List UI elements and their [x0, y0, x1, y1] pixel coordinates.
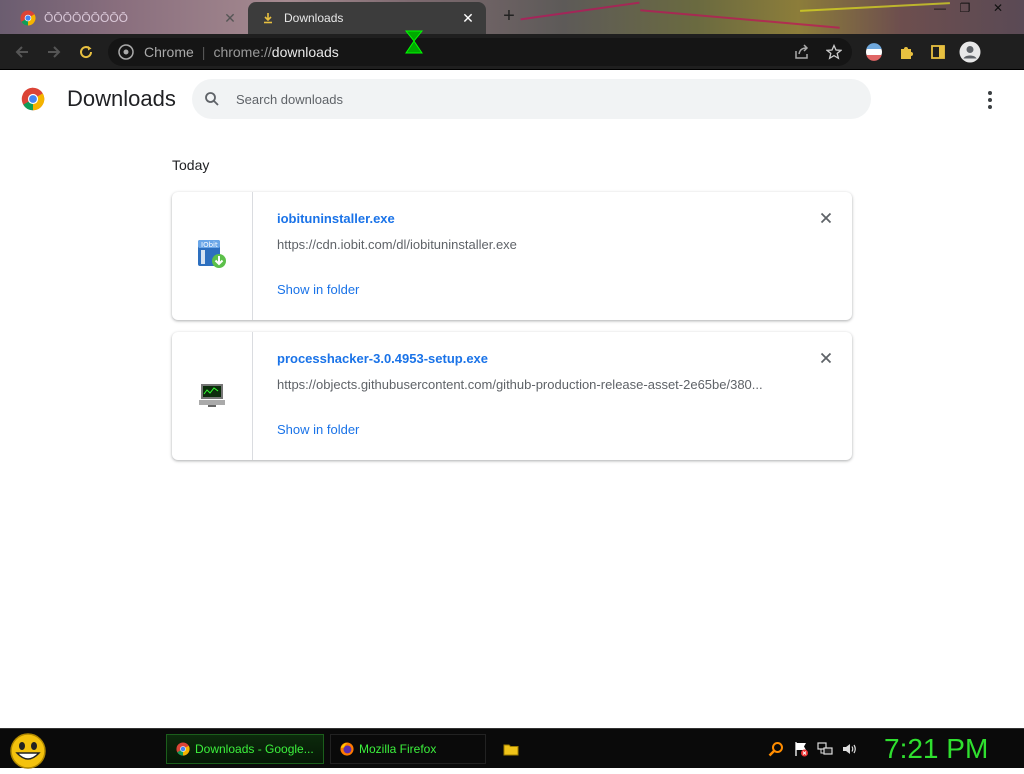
- url-host: downloads: [271, 44, 339, 60]
- file-name-link[interactable]: processhacker-3.0.4953-setup.exe: [277, 351, 488, 366]
- firefox-icon: [339, 741, 355, 757]
- wallpaper-streak: [640, 9, 840, 29]
- downloads-header: Downloads: [0, 70, 1024, 128]
- address-bar[interactable]: Chrome | chrome:// downloads: [108, 38, 852, 66]
- url-scheme: chrome://: [213, 44, 272, 60]
- search-tray-icon[interactable]: [768, 741, 784, 757]
- search-box[interactable]: [192, 79, 871, 119]
- profile-flag-icon[interactable]: [864, 42, 884, 62]
- omnibox-separator: |: [201, 44, 206, 60]
- share-icon[interactable]: [792, 42, 812, 62]
- forward-button[interactable]: [42, 40, 66, 64]
- svg-text:IObit: IObit: [201, 241, 218, 249]
- side-panel-icon[interactable]: [928, 42, 948, 62]
- network-icon[interactable]: [817, 741, 833, 757]
- reload-icon: [80, 46, 93, 59]
- close-icon: [820, 352, 832, 364]
- file-url: https://cdn.iobit.com/dl/iobituninstalle…: [277, 237, 517, 252]
- chrome-logo-icon: [21, 87, 45, 116]
- close-icon[interactable]: ✕: [220, 8, 240, 28]
- forward-arrow-icon: [48, 46, 61, 58]
- close-icon[interactable]: ✕: [458, 8, 478, 28]
- taskbar-item-label: Downloads - Google...: [195, 742, 314, 756]
- action-center-flag-icon[interactable]: [793, 741, 809, 757]
- iobit-installer-icon: IObit: [196, 238, 228, 275]
- taskbar-item-label: Mozilla Firefox: [359, 742, 437, 756]
- origin-chip: Chrome: [144, 44, 194, 60]
- new-tab-button[interactable]: +: [498, 6, 520, 28]
- reload-button[interactable]: [74, 40, 98, 64]
- file-name-link[interactable]: iobituninstaller.exe: [277, 211, 395, 226]
- extensions-puzzle-icon[interactable]: [896, 42, 916, 62]
- date-section-label: Today: [172, 157, 210, 173]
- taskbar-item-firefox[interactable]: Mozilla Firefox: [330, 734, 486, 764]
- file-icon-column: IObit: [172, 192, 253, 320]
- back-arrow-icon: [15, 46, 28, 58]
- remove-from-list-button[interactable]: [816, 348, 836, 368]
- download-icon: [260, 10, 276, 26]
- window-close-icon[interactable]: ✕: [983, 0, 1013, 16]
- taskbar-clock[interactable]: 7:21 PM: [884, 733, 988, 765]
- taskbar: Downloads - Google... Mozilla Firefox 7:…: [0, 728, 1024, 769]
- back-button[interactable]: [10, 40, 34, 64]
- volume-icon[interactable]: [841, 741, 857, 757]
- profile-avatar-icon[interactable]: [958, 40, 982, 64]
- taskbar-item-chrome[interactable]: Downloads - Google...: [166, 734, 324, 764]
- download-item: processhacker-3.0.4953-setup.exe https:/…: [172, 332, 852, 460]
- chrome-icon: [20, 10, 36, 26]
- show-in-folder-link[interactable]: Show in folder: [277, 422, 359, 437]
- tab-inactive[interactable]: ŌŌŌŌŌŌŌŌŌ ✕: [8, 2, 248, 34]
- search-icon: [204, 91, 220, 112]
- file-icon-column: [172, 332, 253, 460]
- monitor-setup-icon: [196, 378, 228, 415]
- folder-icon[interactable]: [503, 741, 519, 757]
- show-in-folder-link[interactable]: Show in folder: [277, 282, 359, 297]
- bookmark-star-icon[interactable]: [824, 42, 844, 62]
- maximize-icon[interactable]: ❐: [950, 0, 980, 16]
- tab-downloads[interactable]: Downloads ✕: [248, 2, 486, 34]
- tab-label: Downloads: [284, 11, 344, 25]
- download-item: IObit iobituninstaller.exe https://cdn.i…: [172, 192, 852, 320]
- close-icon: [820, 212, 832, 224]
- wallpaper-streak: [520, 1, 640, 21]
- remove-from-list-button[interactable]: [816, 208, 836, 228]
- more-actions-icon[interactable]: [978, 88, 1002, 112]
- green-cursor-icon: [402, 26, 426, 62]
- page-title: Downloads: [67, 86, 176, 111]
- start-button[interactable]: [8, 731, 48, 769]
- search-input[interactable]: [236, 89, 836, 109]
- tab-label: ŌŌŌŌŌŌŌŌŌ: [44, 11, 129, 25]
- file-url: https://objects.githubusercontent.com/gi…: [277, 377, 763, 392]
- chrome-icon: [118, 44, 134, 60]
- chrome-icon: [175, 741, 191, 757]
- smiley-start-icon: [10, 733, 46, 769]
- browser-toolbar: Chrome | chrome:// downloads: [0, 30, 1024, 70]
- window-titlebar[interactable]: ŌŌŌŌŌŌŌŌŌ ✕ Downloads ✕ + — ❐ ✕: [0, 0, 1024, 34]
